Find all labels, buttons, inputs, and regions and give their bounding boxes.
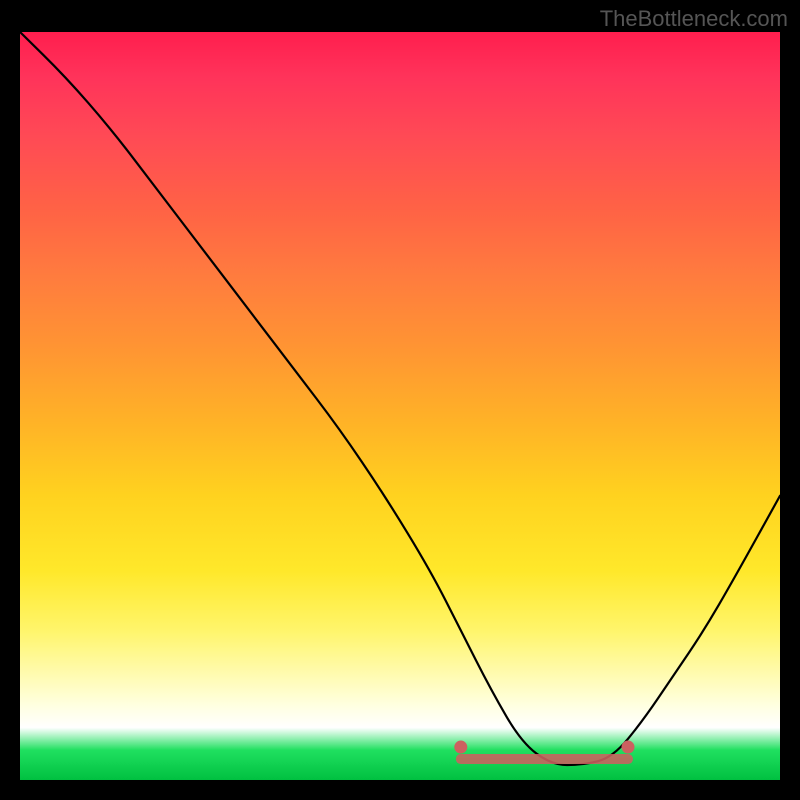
curve-svg xyxy=(20,32,780,780)
chart-area xyxy=(20,32,780,780)
bottleneck-curve xyxy=(20,32,780,765)
optimal-start-dot xyxy=(455,741,467,753)
watermark-text: TheBottleneck.com xyxy=(600,6,788,32)
optimal-end-dot xyxy=(622,741,634,753)
